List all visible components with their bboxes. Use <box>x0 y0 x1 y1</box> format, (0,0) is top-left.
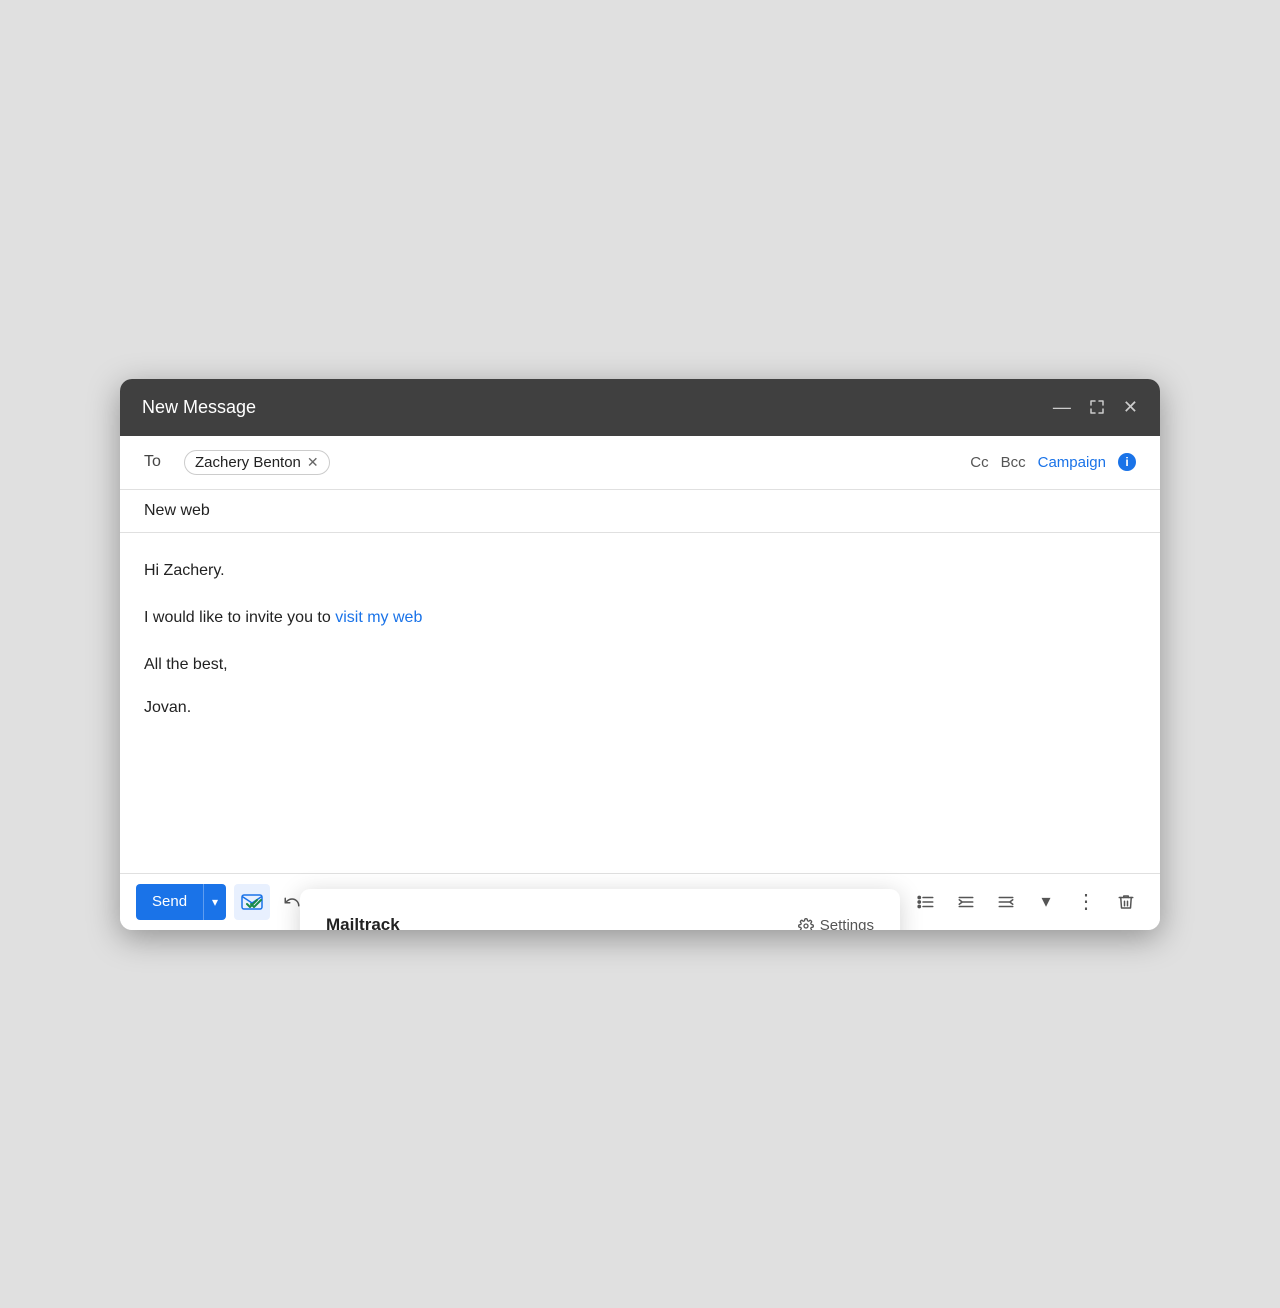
to-label: To <box>144 453 174 471</box>
send-button[interactable]: Send ▾ <box>136 884 226 920</box>
visit-my-web-link[interactable]: visit my web <box>335 609 422 626</box>
subject-row[interactable]: New web <box>120 490 1160 533</box>
to-row: To Zachery Benton ✕ Cc Bcc Campaign i <box>120 436 1160 490</box>
window-controls: — ✕ <box>1053 397 1138 418</box>
mailtrack-popup: Mailtrack Settings Tracking enabled for … <box>300 889 900 929</box>
bullet-list-button[interactable] <box>908 884 944 920</box>
compose-window: New Message — ✕ To Zachery Benton ✕ Cc B… <box>120 379 1160 930</box>
recipient-chip[interactable]: Zachery Benton ✕ <box>184 450 330 475</box>
indent-right-button[interactable] <box>988 884 1024 920</box>
undo-icon <box>283 893 301 911</box>
body-line2: I would like to invite you to visit my w… <box>144 604 1136 631</box>
mailtrack-icon <box>241 893 263 911</box>
more-options-button[interactable]: ⋮ <box>1068 884 1104 920</box>
remove-recipient-button[interactable]: ✕ <box>307 454 319 471</box>
indent-left-button[interactable] <box>948 884 984 920</box>
campaign-info-icon[interactable]: i <box>1118 453 1136 471</box>
mailtrack-toolbar-button[interactable] <box>234 884 270 920</box>
cc-button[interactable]: Cc <box>970 454 988 471</box>
indent-right-icon <box>996 893 1016 911</box>
body-area[interactable]: Hi Zachery. I would like to invite you t… <box>120 533 1160 873</box>
settings-button[interactable]: Settings <box>798 913 874 930</box>
body-line4: Jovan. <box>144 694 1136 721</box>
bcc-button[interactable]: Bcc <box>1001 454 1026 471</box>
send-dropdown-icon[interactable]: ▾ <box>204 884 226 920</box>
gear-icon <box>798 918 814 930</box>
send-label: Send <box>136 884 204 920</box>
campaign-button[interactable]: Campaign <box>1038 454 1106 471</box>
settings-label: Settings <box>820 913 874 930</box>
mailtrack-title: Mailtrack <box>326 911 400 929</box>
to-row-right: Cc Bcc Campaign i <box>970 453 1136 471</box>
mailtrack-header: Mailtrack Settings <box>326 911 874 929</box>
body-line1: Hi Zachery. <box>144 557 1136 584</box>
toolbar-right: ▾ ⋮ <box>908 884 1144 920</box>
more-options-icon: ⋮ <box>1076 889 1096 914</box>
recipient-name: Zachery Benton <box>195 454 301 471</box>
trash-icon <box>1117 892 1135 912</box>
bullet-list-icon <box>916 893 936 911</box>
window-title: New Message <box>142 397 256 418</box>
titlebar: New Message — ✕ <box>120 379 1160 436</box>
close-button[interactable]: ✕ <box>1123 397 1138 418</box>
delete-button[interactable] <box>1108 884 1144 920</box>
body-line3: All the best, <box>144 651 1136 678</box>
indent-left-icon <box>956 893 976 911</box>
minimize-button[interactable]: — <box>1053 397 1071 418</box>
expand-button[interactable] <box>1089 399 1105 415</box>
subject-value: New web <box>144 502 210 519</box>
format-dropdown-button[interactable]: ▾ <box>1028 884 1064 920</box>
